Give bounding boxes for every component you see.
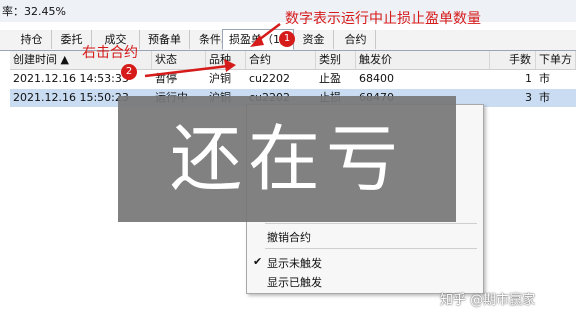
overlay-caption: 还在亏 — [118, 96, 456, 222]
menu-separator — [265, 248, 477, 249]
annotation-badge-1: 1 — [279, 31, 295, 47]
annotation-note-2: 右击合约 — [82, 45, 138, 61]
menu-item-cancel-contract[interactable]: 撤销合约 — [267, 229, 311, 245]
menu-item-show-untriggered[interactable]: 显示未触发 — [267, 255, 322, 271]
watermark: 知乎 @期市赢家 — [440, 293, 536, 308]
checkmark-icon: ✔ — [253, 255, 263, 268]
menu-item-show-triggered[interactable]: 显示已触发 — [267, 274, 322, 290]
annotation-badge-2: 2 — [121, 64, 137, 80]
annotation-note-1: 数字表示运行中止损止盈单数量 — [285, 11, 481, 27]
menu-separator — [265, 223, 477, 224]
arrow-to-contract-head — [224, 59, 236, 72]
arrow-to-contract-line — [144, 64, 229, 78]
